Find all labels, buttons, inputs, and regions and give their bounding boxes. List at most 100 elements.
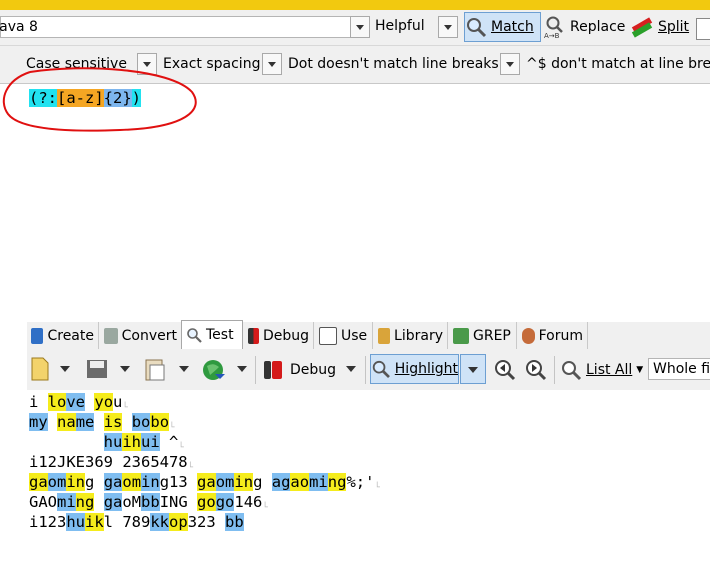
exact-spacing-dropdown-arrow[interactable] [262,53,282,75]
list-all-dropdown-arrow[interactable]: ▼ [636,365,643,375]
match-highlight: ih [122,433,141,451]
syntax-mode-select[interactable]: Helpful [371,16,437,38]
match-highlight: ik [85,513,104,531]
library-icon [378,327,391,344]
text-run: oM [122,493,142,511]
tab-debug[interactable]: Debug [244,322,314,349]
open-file-icon[interactable] [29,356,51,382]
match-highlight: go [215,493,235,511]
match-highlight: bo [131,413,151,431]
tab-label: Test [206,327,234,343]
test-subject-editor[interactable]: i love you└ my name is bobo└ huihui ^└ i12… [27,390,710,562]
match-highlight: bo [150,413,170,431]
regex-flavor-select[interactable]: Java 8 [0,16,370,38]
paste-dropdown-arrow[interactable] [179,366,189,372]
window-top-strip [0,0,710,10]
test-toolbar: Debug Highlight List All ▼ Whole file [27,350,710,391]
match-highlight: ve [66,393,86,411]
match-highlight: in [66,473,86,491]
match-highlight: ga [197,473,216,491]
debug-dropdown-arrow[interactable] [346,366,356,372]
dot-mode-option[interactable]: Dot doesn't match line breaks [262,52,499,76]
text-run: ING [159,493,198,511]
save-dropdown-arrow[interactable] [120,366,130,372]
save-icon[interactable] [85,358,109,380]
match-highlight: om [122,473,142,491]
text-run: ^ [159,433,179,451]
web-icon[interactable] [201,357,227,383]
text-run: g13 [159,473,198,491]
match-highlight: in [141,473,160,491]
text-run: i [29,393,48,411]
match-highlight: ag [271,473,291,491]
web-dropdown-arrow[interactable] [237,366,247,372]
text-run [122,413,131,431]
paste-icon[interactable] [143,356,167,382]
text-run: u [113,393,123,411]
split-icon [631,17,653,38]
match-highlight: bb [225,513,244,531]
debug-bug-icon [264,361,282,379]
next-match-icon[interactable] [524,358,548,382]
magnifier-icon [187,328,202,343]
match-mode-button[interactable]: Match [464,12,541,42]
create-icon [31,327,44,344]
match-highlight: na [57,413,76,431]
tab-create[interactable]: Create [27,322,99,349]
scope-value: Whole file [653,361,710,377]
match-highlight: mi [309,473,328,491]
text-run: %;' [346,473,375,491]
regex-flavor-dropdown-arrow[interactable] [350,16,370,38]
tab-forum[interactable]: Forum [518,322,588,349]
more-tools-icon[interactable] [696,18,710,40]
highlight-label: Highlight [394,361,458,377]
use-icon [319,326,337,345]
match-highlight: ng [75,493,95,511]
text-run [48,413,57,431]
replace-label: Replace [570,19,626,35]
match-highlight: op [169,513,188,531]
toolbar-separator [255,356,256,384]
text-run: GAO [29,493,57,511]
match-highlight: hu [66,513,85,531]
magnifier-icon [372,360,390,379]
previous-match-icon[interactable] [493,358,517,382]
match-highlight: ga [103,493,123,511]
replace-icon: A→B [544,16,563,39]
tab-test[interactable]: Test [181,320,243,349]
bottom-tabs-bar: Create Convert Test Debug Use Library GR… [27,320,710,351]
match-highlight: go [197,493,216,511]
match-label: Match [491,19,534,35]
highlight-button[interactable]: Highlight [370,354,459,384]
main-toolbar: Java 8 Helpful Match A→B Replace Split [0,10,710,46]
open-dropdown-arrow[interactable] [60,366,70,372]
text-run [29,433,104,451]
debug-label: Debug [290,362,337,378]
match-highlight: lo [47,393,67,411]
text-run: i12JKE369 2365478 [29,453,188,471]
dot-mode-dropdown-arrow[interactable] [500,53,520,75]
tab-use[interactable]: Use [315,322,373,349]
tab-library[interactable]: Library [374,322,448,349]
dot-mode-label: Dot doesn't match line breaks [288,56,499,72]
tab-label: Convert [121,327,177,344]
list-all-button[interactable]: List All ▼ [560,355,645,385]
match-highlight: ui [141,433,160,451]
match-highlight: ao [290,473,310,491]
text-run: 323 [187,513,226,531]
tab-label: Forum [538,327,583,344]
tab-grep[interactable]: GREP [449,322,517,349]
regex-flavor-value: Java 8 [0,19,38,35]
highlight-dropdown[interactable] [460,354,486,384]
syntax-mode-dropdown-arrow[interactable] [438,16,458,38]
scope-select[interactable]: Whole file [648,358,710,380]
replace-mode-button[interactable]: A→B Replace [544,12,626,42]
anchor-mode-option[interactable]: ^$ don't match at line breaks [500,52,710,76]
text-run: l 789 [103,513,151,531]
match-highlight: in [234,473,254,491]
grep-icon [453,327,469,344]
split-mode-button[interactable]: Split [630,12,690,42]
text-run [85,393,94,411]
match-highlight: ga [103,473,123,491]
tab-convert[interactable]: Convert [100,322,182,349]
